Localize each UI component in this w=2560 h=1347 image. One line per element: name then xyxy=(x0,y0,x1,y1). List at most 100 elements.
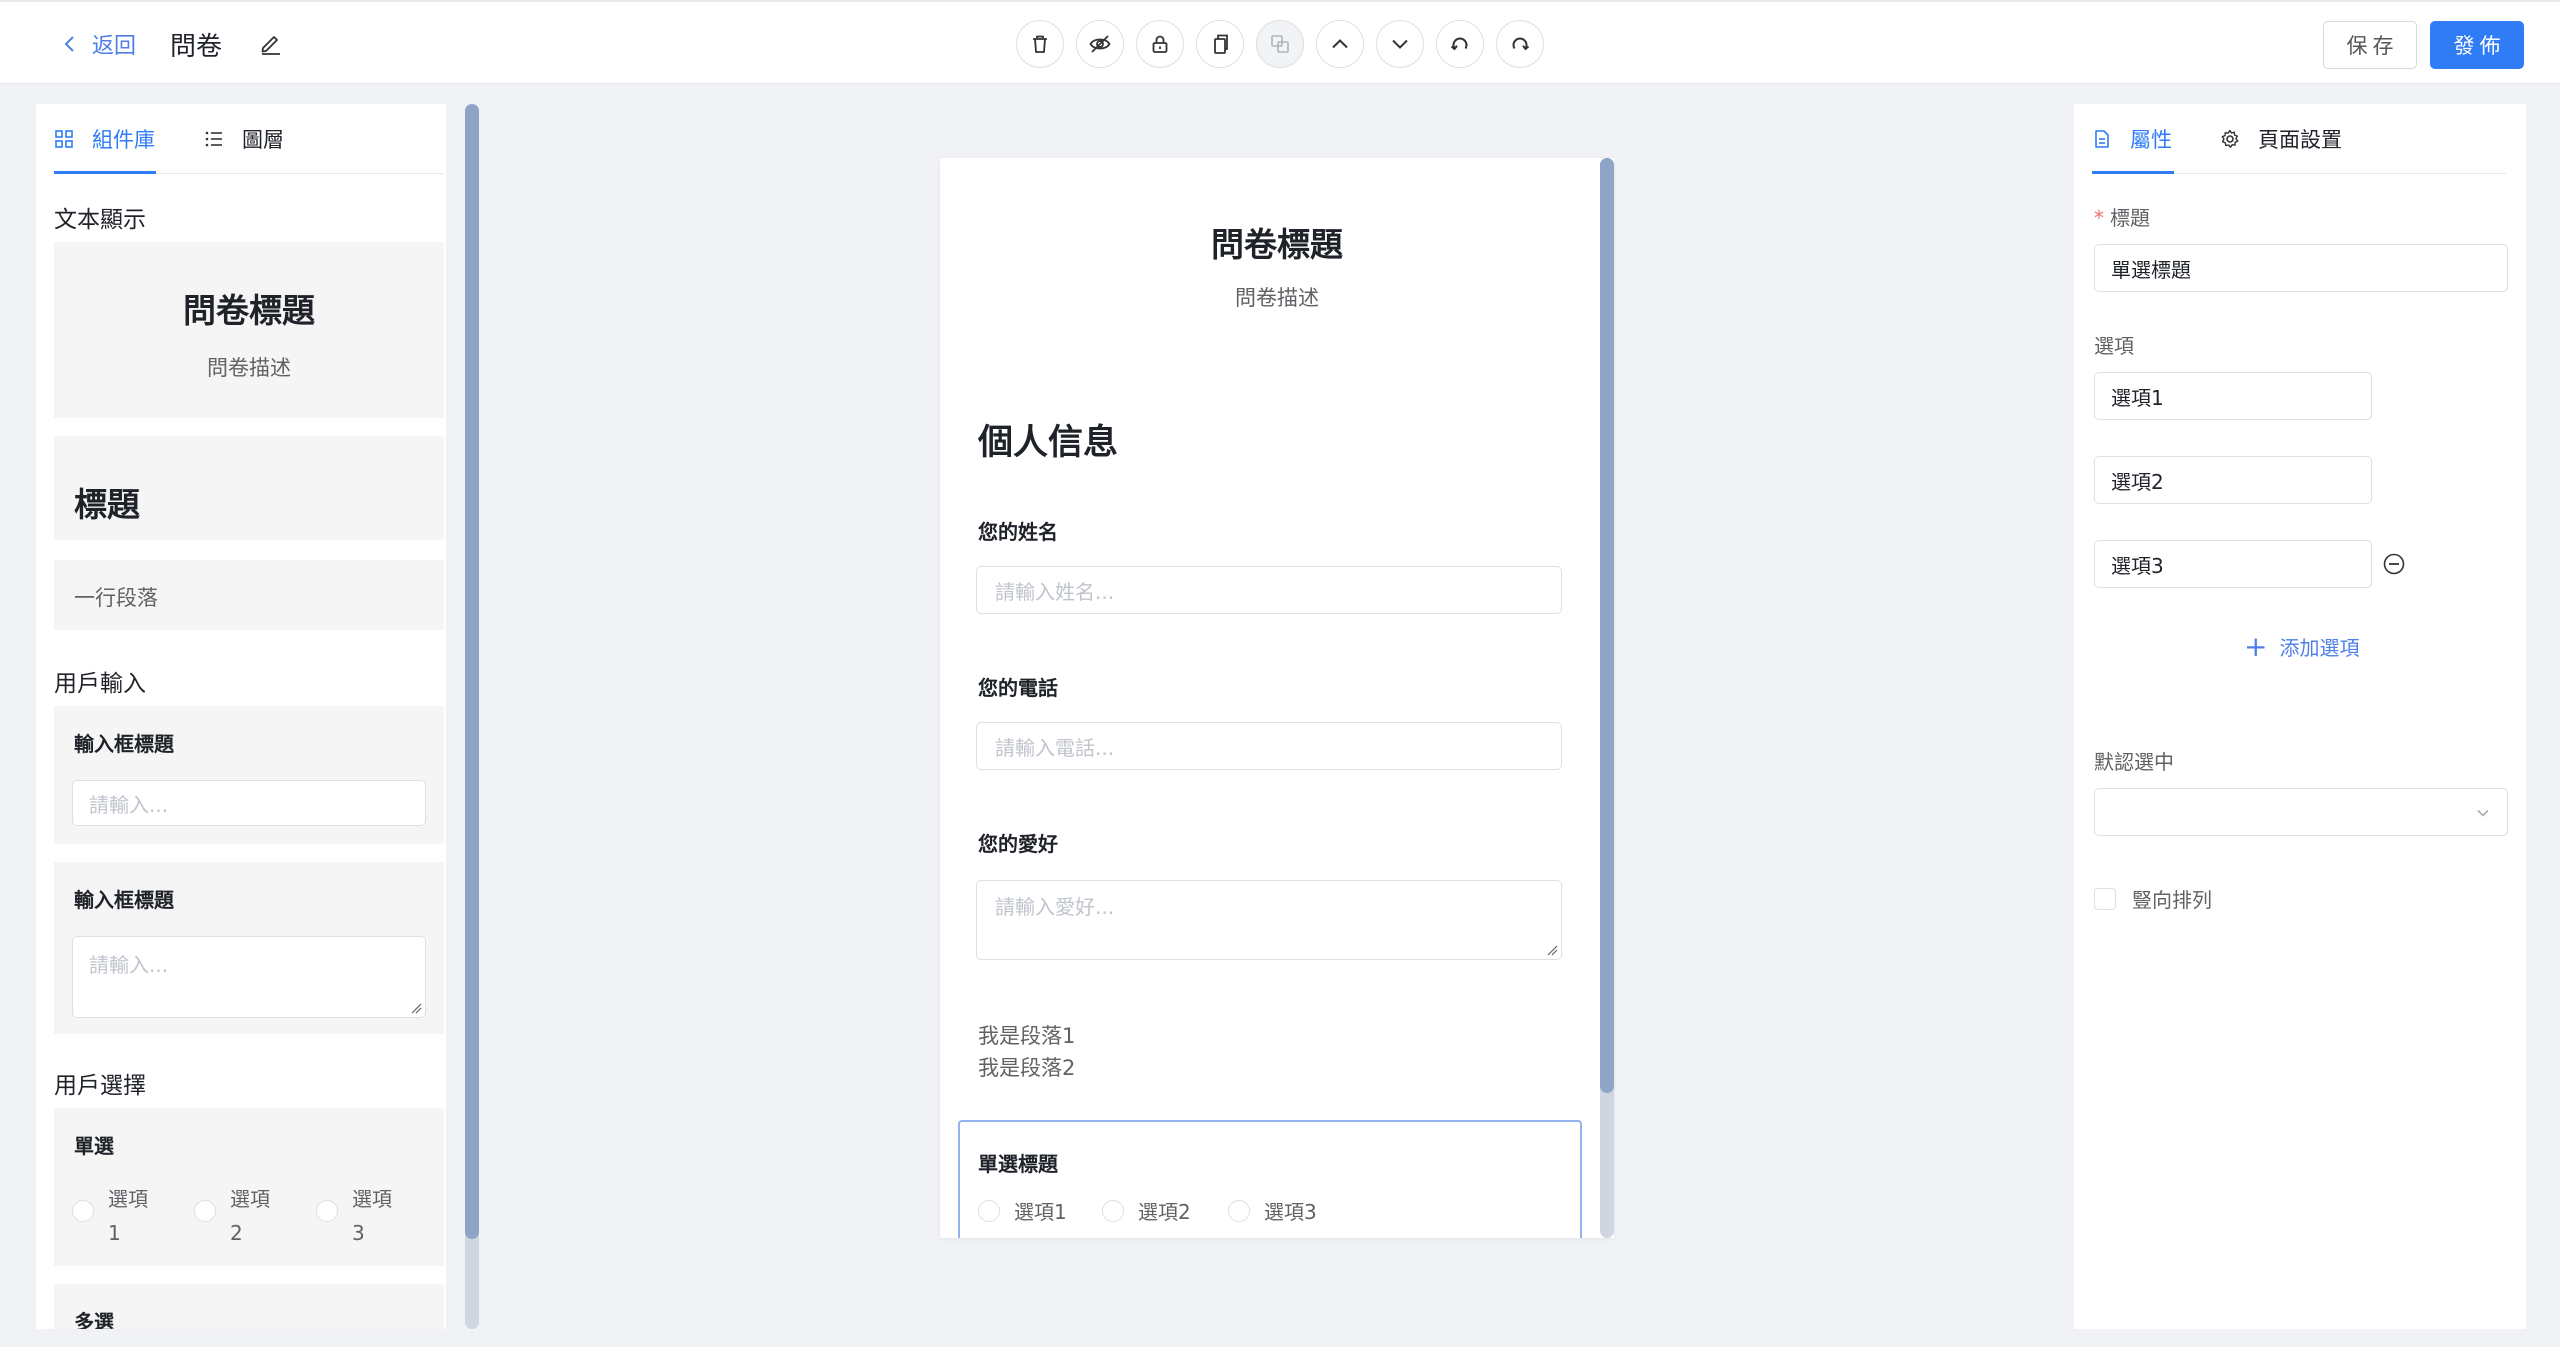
component-textarea-placeholder: 請輸入... xyxy=(89,953,169,977)
properties-panel: 屬性 頁面設置 * 標題 單選標題 選項 選項1 選項2 選項3 + 添加選項 默… xyxy=(2074,104,2526,1329)
file-icon xyxy=(2095,130,2109,148)
lock-button[interactable] xyxy=(1136,20,1184,68)
default-selected-select[interactable] xyxy=(2094,788,2508,836)
canvas-paragraph[interactable]: 我是段落1 xyxy=(978,1020,1075,1050)
component-input-label: 輸入框標題 xyxy=(74,732,174,756)
canvas-scrollbar[interactable] xyxy=(1600,158,1614,1238)
component-textarea-preview: 請輸入... xyxy=(72,936,426,1018)
redo-button[interactable] xyxy=(1496,20,1544,68)
option-input-2[interactable]: 選項2 xyxy=(2094,456,2372,504)
tab-properties[interactable]: 屬性 xyxy=(2092,124,2172,154)
back-button[interactable]: 返回 xyxy=(60,28,136,60)
list-icon xyxy=(205,131,222,147)
edit-icon[interactable] xyxy=(258,30,284,56)
radio-option-label: 選項1 xyxy=(1014,1200,1067,1224)
document-title: 問卷 xyxy=(170,32,223,62)
right-tabs: 屬性 頁面設置 xyxy=(2092,104,2506,174)
title-field-label-text: 標題 xyxy=(2110,206,2150,230)
tab-layers[interactable]: 圖層 xyxy=(204,124,284,154)
component-qtitle-text: 問卷標題 xyxy=(183,291,315,330)
component-checkbox[interactable]: 多選 xyxy=(54,1284,444,1329)
tab-active-indicator xyxy=(2092,171,2174,174)
radio-circle xyxy=(1228,1199,1250,1222)
left-tabs: 組件庫 圖層 xyxy=(54,104,444,174)
radio-option-2[interactable]: 選項2 xyxy=(1102,1196,1191,1225)
move-up-button[interactable] xyxy=(1316,20,1364,68)
redo-icon xyxy=(1512,37,1530,51)
resize-grip-icon xyxy=(1547,945,1558,956)
radio-option-text: 選項 xyxy=(230,1187,270,1211)
tab-layers-label: 圖層 xyxy=(242,128,284,152)
publish-button[interactable]: 發佈 xyxy=(2430,21,2524,69)
tab-components-label: 組件庫 xyxy=(92,128,155,152)
add-option-label: 添加選項 xyxy=(2279,636,2360,660)
component-library-panel: 組件庫 圖層 文本顯示 問卷標題 問卷描述 標題 一行段落 用戶輸入 輸入框標題… xyxy=(36,104,446,1329)
option-input-3[interactable]: 選項3 xyxy=(2094,540,2372,588)
grid-icon xyxy=(55,130,73,148)
vertical-layout-checkbox[interactable]: 豎向排列 xyxy=(2094,884,2212,913)
left-scrollbar-thumb[interactable] xyxy=(465,104,479,1239)
component-input[interactable]: 輸入框標題 請輸入... xyxy=(54,706,444,844)
radio-option-text: 選項 xyxy=(108,1187,148,1211)
field-label-hobby: 您的愛好 xyxy=(978,832,1058,856)
component-input-preview: 請輸入... xyxy=(72,780,426,826)
radio-circle xyxy=(1102,1199,1124,1222)
arrow-down-icon xyxy=(1392,39,1408,49)
radio-option-text: 選項 xyxy=(352,1187,392,1211)
back-label: 返回 xyxy=(92,34,137,59)
hide-button[interactable] xyxy=(1076,20,1124,68)
name-input[interactable]: 請輸入姓名... xyxy=(976,566,1562,614)
resize-grip-icon xyxy=(411,1003,422,1014)
component-paragraph[interactable]: 一行段落 xyxy=(54,560,444,630)
duplicate-button[interactable] xyxy=(1256,20,1304,68)
move-down-button[interactable] xyxy=(1376,20,1424,68)
radio-option-label: 選項2 xyxy=(1138,1200,1191,1224)
options-field-label: 選項 xyxy=(2094,334,2134,358)
checkbox-box xyxy=(2094,887,2116,910)
canvas-title[interactable]: 問卷標題 xyxy=(940,218,1614,266)
canvas-paragraph[interactable]: 我是段落2 xyxy=(978,1052,1075,1082)
radio-circle xyxy=(194,1200,216,1222)
radio-option-3[interactable]: 選項3 xyxy=(1228,1196,1317,1225)
trash-icon xyxy=(1033,35,1047,53)
component-radio[interactable]: 單選 選項 1 選項 2 選項 3 xyxy=(54,1108,444,1266)
save-button[interactable]: 保存 xyxy=(2323,21,2417,69)
copy-button[interactable] xyxy=(1196,20,1244,68)
tab-components[interactable]: 組件庫 xyxy=(54,124,155,154)
left-panel-scrollbar[interactable] xyxy=(465,104,479,1329)
title-field-label: * 標題 xyxy=(2094,202,2150,231)
component-textarea[interactable]: 輸入框標題 請輸入... xyxy=(54,862,444,1034)
lock-icon xyxy=(1152,35,1168,53)
phone-input[interactable]: 請輸入電話... xyxy=(976,722,1562,770)
radio-option-index: 3 xyxy=(352,1221,365,1245)
chevron-down-icon xyxy=(2477,809,2489,817)
radio-circle xyxy=(72,1200,94,1222)
section-title-select: 用戶選擇 xyxy=(54,1073,146,1099)
section-title-input: 用戶輸入 xyxy=(54,671,146,697)
component-heading[interactable]: 標題 xyxy=(54,436,444,540)
option-input-1[interactable]: 選項1 xyxy=(2094,372,2372,420)
radio-option-1[interactable]: 選項1 xyxy=(978,1196,1067,1225)
component-questionnaire-title[interactable]: 問卷標題 問卷描述 xyxy=(54,242,444,418)
delete-button[interactable] xyxy=(1016,20,1064,68)
field-label-phone: 您的電話 xyxy=(978,676,1058,700)
add-option-button[interactable]: + 添加選項 xyxy=(2244,632,2359,661)
canvas-scrollbar-thumb[interactable] xyxy=(1600,158,1614,1093)
canvas-description[interactable]: 問卷描述 xyxy=(940,282,1614,312)
selected-radio-component[interactable]: 單選標題 選項1 選項2 選項3 xyxy=(958,1120,1582,1238)
canvas-section-heading[interactable]: 個人信息 xyxy=(978,414,1118,465)
selected-radio-label: 單選標題 xyxy=(978,1152,1058,1176)
title-input[interactable]: 單選標題 xyxy=(2094,244,2508,292)
copy-icon xyxy=(1214,34,1228,54)
component-heading-text: 標題 xyxy=(74,485,140,524)
radio-option-index: 2 xyxy=(230,1221,243,1245)
tab-page-settings-label: 頁面設置 xyxy=(2258,128,2342,152)
remove-circle-icon[interactable] xyxy=(2382,552,2406,576)
tab-page-settings[interactable]: 頁面設置 xyxy=(2220,124,2342,154)
questionnaire-canvas: 問卷標題 問卷描述 個人信息 您的姓名 請輸入姓名... 您的電話 請輸入電話.… xyxy=(940,158,1614,1238)
hobby-textarea[interactable]: 請輸入愛好... xyxy=(976,880,1562,960)
default-selected-label: 默認選中 xyxy=(2094,750,2174,774)
toolbar xyxy=(1016,20,1544,68)
top-bar: 返回 問卷 保存 發佈 xyxy=(0,0,2560,84)
undo-button[interactable] xyxy=(1436,20,1484,68)
